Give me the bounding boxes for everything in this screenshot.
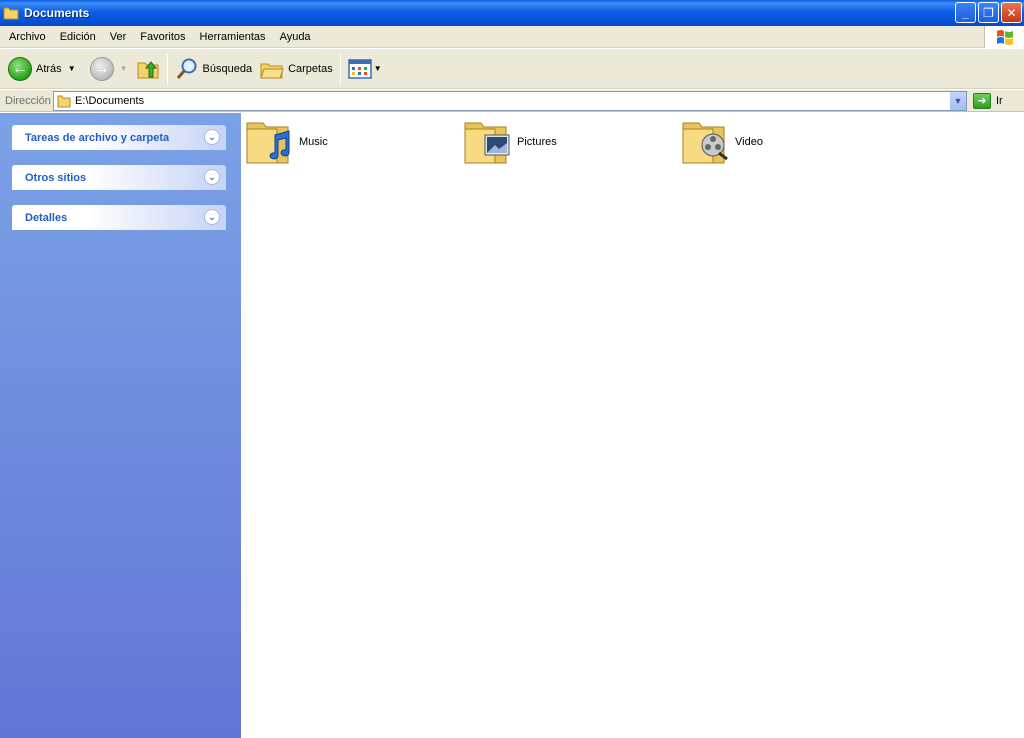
back-label: Atrás <box>36 62 62 75</box>
panel-title: Otros sitios <box>25 171 87 184</box>
menu-bar: Archivo Edición Ver Favoritos Herramient… <box>0 26 1024 48</box>
windows-logo-icon <box>984 26 1024 48</box>
go-button[interactable]: ➜ Ir <box>973 92 1003 109</box>
task-pane: Tareas de archivo y carpeta ⌄ Otros siti… <box>0 113 241 738</box>
views-icon <box>347 58 372 79</box>
folders-icon <box>260 63 284 78</box>
toolbar: ← Atrás ▼ → ▼ Búsqueda Carpetas ▼ <box>0 49 1024 89</box>
close-icon: ✕ <box>1006 5 1017 20</box>
up-folder-button[interactable] <box>132 52 164 86</box>
pictures-folder-icon <box>464 122 510 164</box>
menu-herramientas[interactable]: Herramientas <box>193 31 273 43</box>
music-folder-icon <box>246 122 290 164</box>
video-folder-icon <box>682 122 728 164</box>
menu-ayuda[interactable]: Ayuda <box>273 31 318 43</box>
restore-button[interactable]: ❐ <box>978 2 999 23</box>
folder-item-pictures[interactable]: Pictures <box>463 117 557 167</box>
folders-button[interactable]: Carpetas <box>256 52 337 86</box>
minimize-button[interactable]: _ <box>955 2 976 23</box>
menu-edicion[interactable]: Edición <box>53 31 103 43</box>
up-folder-icon <box>137 60 159 78</box>
search-button[interactable]: Búsqueda <box>171 52 257 86</box>
forward-arrow-icon: → <box>89 56 114 81</box>
minimize-icon: _ <box>962 5 969 20</box>
folder-item-music[interactable]: Music <box>245 117 328 167</box>
file-list[interactable]: Music Pictures Video <box>241 113 1024 738</box>
address-value: E:\Documents <box>75 94 145 107</box>
panel-details[interactable]: Detalles ⌄ <box>12 205 226 230</box>
window-title: Documents <box>24 6 90 20</box>
panel-file-folder-tasks[interactable]: Tareas de archivo y carpeta ⌄ <box>12 125 226 150</box>
panel-title: Tareas de archivo y carpeta <box>25 131 170 144</box>
address-dropdown-button[interactable]: ▼ <box>949 91 966 110</box>
forward-dropdown-icon[interactable]: ▼ <box>120 64 128 73</box>
go-arrow-icon: ➜ <box>973 92 991 109</box>
folder-label: Video <box>735 136 763 148</box>
back-dropdown-icon[interactable]: ▼ <box>68 64 76 73</box>
expand-chevron-icon[interactable]: ⌄ <box>204 169 220 185</box>
address-label: Dirección <box>5 94 51 107</box>
go-label: Ir <box>996 94 1003 107</box>
search-icon <box>176 58 197 79</box>
back-button[interactable]: ← Atrás ▼ <box>4 52 80 86</box>
panel-other-places[interactable]: Otros sitios ⌄ <box>12 165 226 190</box>
toolbar-separator <box>166 53 168 84</box>
menu-archivo[interactable]: Archivo <box>0 31 53 43</box>
folder-item-video[interactable]: Video <box>681 117 763 167</box>
forward-button[interactable]: → ▼ <box>86 52 132 86</box>
panel-title: Detalles <box>25 211 68 224</box>
chevron-down-icon: ▼ <box>953 95 963 106</box>
toolbar-separator <box>339 53 341 84</box>
expand-chevron-icon[interactable]: ⌄ <box>204 209 220 225</box>
menu-favoritos[interactable]: Favoritos <box>133 31 192 43</box>
search-label: Búsqueda <box>202 62 253 75</box>
folders-label: Carpetas <box>288 62 333 75</box>
title-bar[interactable]: Documents _ ❐ ✕ <box>0 0 1024 26</box>
views-dropdown-icon[interactable]: ▼ <box>374 64 382 73</box>
folder-label: Music <box>299 136 328 148</box>
close-button[interactable]: ✕ <box>1001 2 1022 23</box>
views-button[interactable]: ▼ <box>344 52 386 86</box>
folder-icon <box>3 7 19 20</box>
menu-ver[interactable]: Ver <box>103 31 134 43</box>
back-arrow-icon: ← <box>8 56 32 81</box>
restore-icon: ❐ <box>983 5 994 20</box>
folder-icon <box>57 95 71 107</box>
folder-label: Pictures <box>517 136 557 148</box>
address-bar: Dirección E:\Documents ▼ ➜ Ir <box>0 90 1024 112</box>
expand-chevron-icon[interactable]: ⌄ <box>204 129 220 145</box>
address-input[interactable]: E:\Documents ▼ <box>53 90 967 111</box>
